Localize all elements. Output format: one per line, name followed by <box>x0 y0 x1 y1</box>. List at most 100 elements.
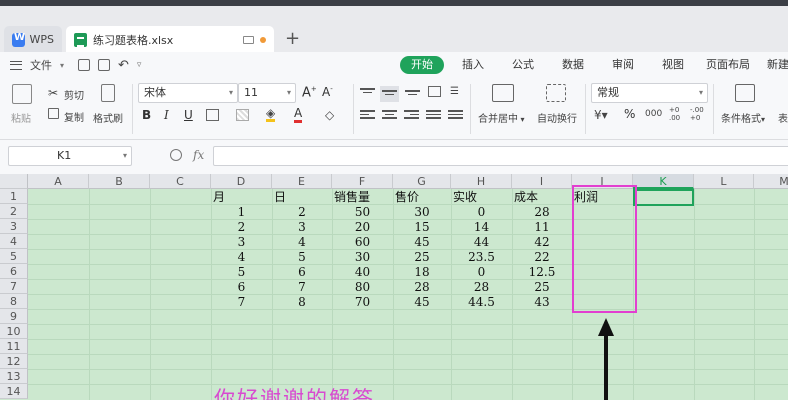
cell-D6[interactable]: 5 <box>211 265 272 280</box>
cell-D5[interactable]: 4 <box>211 250 272 265</box>
tab-document[interactable]: 练习题表格.xlsx <box>66 26 274 53</box>
cell-G1[interactable]: 售价 <box>393 190 451 205</box>
name-box[interactable]: K1 ▾ <box>8 146 132 166</box>
align-middle-icon[interactable] <box>380 86 399 102</box>
active-cell-K1[interactable] <box>633 189 694 206</box>
cell-I4[interactable]: 42 <box>512 235 572 250</box>
cell-F2[interactable]: 50 <box>332 205 393 220</box>
cell-H4[interactable]: 44 <box>451 235 512 250</box>
column-header-C[interactable]: C <box>150 174 211 189</box>
row-header-1[interactable]: 1 <box>0 189 28 204</box>
cell-E4[interactable]: 4 <box>272 235 332 250</box>
orientation-icon[interactable] <box>428 86 441 97</box>
scissors-icon[interactable]: ✂ <box>48 86 58 100</box>
cut-button[interactable]: 剪切 <box>64 87 84 102</box>
cell-E8[interactable]: 8 <box>272 295 332 310</box>
cell-H6[interactable]: 0 <box>451 265 512 280</box>
distributed-icon[interactable] <box>448 110 463 122</box>
cell-E5[interactable]: 5 <box>272 250 332 265</box>
cell-G5[interactable]: 25 <box>393 250 451 265</box>
tab-insert[interactable]: 插入 <box>448 56 498 74</box>
save-icon[interactable] <box>78 59 91 71</box>
cell-H8[interactable]: 44.5 <box>451 295 512 310</box>
bold-button[interactable]: B <box>142 108 151 122</box>
cell-I5[interactable]: 22 <box>512 250 572 265</box>
column-header-G[interactable]: G <box>393 174 451 189</box>
row-header-3[interactable]: 3 <box>0 219 28 234</box>
tab-review[interactable]: 审阅 <box>598 56 648 74</box>
monitor-icon[interactable] <box>243 35 254 44</box>
column-header-A[interactable]: A <box>28 174 89 189</box>
column-header-H[interactable]: H <box>451 174 512 189</box>
row-header-2[interactable]: 2 <box>0 204 28 219</box>
cell-F7[interactable]: 80 <box>332 280 393 295</box>
merge-center-icon[interactable] <box>492 84 514 102</box>
conditional-format-button[interactable]: 条件格式▾ <box>721 110 765 125</box>
tab-data[interactable]: 数据 <box>548 56 598 74</box>
copy-icon[interactable] <box>48 108 59 119</box>
cell-H1[interactable]: 实收 <box>451 190 512 205</box>
align-top-icon[interactable] <box>360 88 375 100</box>
align-bottom-icon[interactable] <box>405 90 420 102</box>
increase-font-icon[interactable]: A+ <box>302 85 317 100</box>
cell-E6[interactable]: 6 <box>272 265 332 280</box>
cell-D7[interactable]: 6 <box>211 280 272 295</box>
cell-G4[interactable]: 45 <box>393 235 451 250</box>
cell-D4[interactable]: 3 <box>211 235 272 250</box>
paste-button[interactable]: 粘贴 <box>11 110 31 125</box>
align-left-icon[interactable] <box>360 110 375 122</box>
row-header-6[interactable]: 6 <box>0 264 28 279</box>
row-header-9[interactable]: 9 <box>0 309 28 324</box>
row-header-12[interactable]: 12 <box>0 354 28 369</box>
cell-I3[interactable]: 11 <box>512 220 572 235</box>
tab-home[interactable]: 开始 <box>400 56 444 74</box>
cell-E2[interactable]: 2 <box>272 205 332 220</box>
zoom-icon[interactable] <box>170 149 182 161</box>
cell-H3[interactable]: 14 <box>451 220 512 235</box>
cell-D2[interactable]: 1 <box>211 205 272 220</box>
chevron-down-icon[interactable]: ▾ <box>60 61 64 70</box>
column-header-E[interactable]: E <box>272 174 332 189</box>
select-all-corner[interactable] <box>0 174 28 189</box>
font-name-select[interactable]: 宋体 ▾ <box>138 83 238 103</box>
cell-F4[interactable]: 60 <box>332 235 393 250</box>
cell-G3[interactable]: 15 <box>393 220 451 235</box>
row-header-10[interactable]: 10 <box>0 324 28 339</box>
table-style-button[interactable]: 表 <box>778 110 788 125</box>
cell-I6[interactable]: 12.5 <box>512 265 572 280</box>
cell-H7[interactable]: 28 <box>451 280 512 295</box>
file-menu[interactable]: 文件 <box>30 57 52 73</box>
cell-H2[interactable]: 0 <box>451 205 512 220</box>
conditional-format-icon[interactable] <box>735 84 755 102</box>
cell-F8[interactable]: 70 <box>332 295 393 310</box>
cell-G7[interactable]: 28 <box>393 280 451 295</box>
row-header-11[interactable]: 11 <box>0 339 28 354</box>
tab-page-layout[interactable]: 页面布局 <box>698 56 758 74</box>
copy-button[interactable]: 复制 <box>64 109 84 124</box>
formula-input[interactable] <box>213 146 788 166</box>
font-color-icon[interactable]: A <box>294 106 303 123</box>
wrap-text-icon[interactable] <box>546 84 566 102</box>
row-header-4[interactable]: 4 <box>0 234 28 249</box>
row-header-13[interactable]: 13 <box>0 369 28 384</box>
wrap-text-button[interactable]: 自动换行 <box>537 110 577 125</box>
cell-E1[interactable]: 日 <box>272 190 332 205</box>
cell-F3[interactable]: 20 <box>332 220 393 235</box>
undo-icon[interactable]: ↶ <box>118 58 129 73</box>
align-right-icon[interactable] <box>404 110 419 122</box>
cell-D8[interactable]: 7 <box>211 295 272 310</box>
tab-new[interactable]: 新建 <box>758 56 788 74</box>
column-header-K[interactable]: K <box>633 174 694 189</box>
row-header-14[interactable]: 14 <box>0 384 28 399</box>
borders-icon[interactable] <box>206 109 219 121</box>
decrease-font-icon[interactable]: A- <box>322 85 333 99</box>
cell-I1[interactable]: 成本 <box>512 190 572 205</box>
cell-G6[interactable]: 18 <box>393 265 451 280</box>
decrease-decimal-button[interactable]: -.00 +0 <box>690 106 706 122</box>
cell-H5[interactable]: 23.5 <box>451 250 512 265</box>
number-format-select[interactable]: 常规 ▾ <box>591 83 708 103</box>
cell-F5[interactable]: 30 <box>332 250 393 265</box>
format-painter-button[interactable]: 格式刷 <box>93 110 123 125</box>
cell-I2[interactable]: 28 <box>512 205 572 220</box>
column-header-M[interactable]: M <box>754 174 788 189</box>
